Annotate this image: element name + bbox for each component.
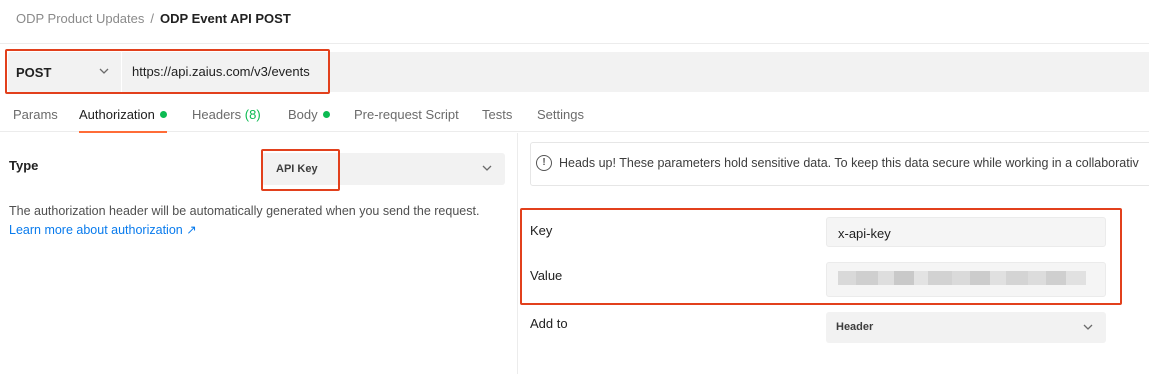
tab-tests[interactable]: Tests [482,98,512,132]
tab-label: Pre-request Script [354,107,459,122]
auth-type-value: API Key [276,163,318,175]
value-label: Value [530,268,563,283]
tab-body[interactable]: Body [288,98,330,132]
breadcrumb: ODP Product Updates / ODP Event API POST [16,11,291,26]
tab-label: Settings [537,107,584,122]
chevron-down-icon [99,68,109,74]
status-dot [322,111,330,118]
tab-label: Params [13,107,58,122]
learn-more-link[interactable]: Learn more about authorization ↗ [9,222,197,237]
notice-text: Heads up! These parameters hold sensitiv… [559,156,1139,170]
tab-authorization[interactable]: Authorization [79,98,167,133]
header-divider [0,43,1149,44]
tab-label: Tests [482,107,513,122]
breadcrumb-current[interactable]: ODP Event API POST [160,11,291,26]
auth-type-label: Type [9,158,39,173]
method-select[interactable]: POST [8,52,122,92]
add-to-value: Header [836,321,874,333]
url-input[interactable]: https://api.zaius.com/v3/events [132,52,310,92]
tab-pre-request-script[interactable]: Pre-request Script [354,98,459,132]
tab-label: Body [288,107,318,122]
chevron-down-icon [1083,324,1093,330]
method-divider [121,52,122,92]
chevron-down-icon [482,165,492,171]
breadcrumb-parent[interactable]: ODP Product Updates [16,11,144,26]
add-to-label: Add to [530,316,568,331]
breadcrumb-separator: / [150,11,155,26]
pane-divider [517,133,518,374]
status-dot [159,111,167,118]
tab-label: Authorization [79,107,155,122]
tab-count: (8) [244,107,261,122]
request-tabs: Params Authorization Headers (8) Body Pr… [0,98,1149,133]
auth-description: The authorization header will be automat… [9,204,480,218]
info-icon: ! [536,155,552,171]
tab-settings[interactable]: Settings [537,98,584,132]
redacted-value [838,271,1086,285]
method-value: POST [16,64,52,80]
key-value: x-api-key [838,226,891,241]
key-label: Key [530,223,553,238]
tab-headers[interactable]: Headers (8) [192,98,261,132]
tab-params[interactable]: Params [13,98,58,132]
tab-label: Headers [192,107,242,122]
